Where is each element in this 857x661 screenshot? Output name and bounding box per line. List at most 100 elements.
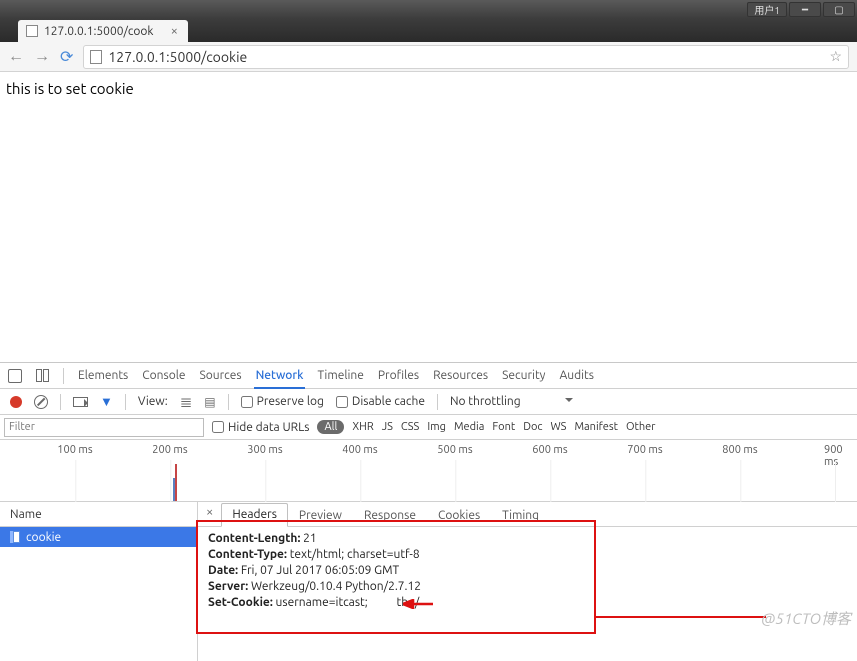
inspect-icon[interactable]	[8, 369, 22, 383]
filter-manifest[interactable]: Manifest	[574, 421, 618, 433]
separator	[60, 394, 61, 410]
hide-data-urls-label: Hide data URLs	[228, 421, 309, 434]
disable-cache-checkbox[interactable]: Disable cache	[336, 395, 425, 408]
forward-button[interactable]: →	[34, 47, 50, 66]
separator	[63, 368, 64, 384]
view-label: View:	[138, 395, 168, 408]
hdr-v: username=itcast;	[276, 596, 368, 609]
detail-tab-preview[interactable]: Preview	[288, 504, 353, 527]
tick: 200 ms	[152, 444, 187, 456]
browser-tab[interactable]: 127.0.0.1:5000/cook ×	[18, 20, 188, 42]
tab-security[interactable]: Security	[502, 369, 545, 382]
tab-profiles[interactable]: Profiles	[378, 369, 419, 382]
detail-tabs: × Headers Preview Response Cookies Timin…	[198, 502, 857, 527]
address-field-wrap: ☆	[83, 45, 849, 69]
hdr-v: text/html; charset=utf-8	[290, 548, 420, 561]
tab-sources[interactable]: Sources	[199, 369, 241, 382]
page-body: this is to set cookie	[0, 72, 857, 107]
hdr-v: Werkzeug/0.10.4 Python/2.7.12	[251, 580, 421, 593]
bookmark-star-icon[interactable]: ☆	[829, 48, 842, 65]
request-row[interactable]: cookie	[0, 527, 197, 547]
tick: 800 ms	[722, 444, 757, 456]
tick: 600 ms	[532, 444, 567, 456]
hdr-k: Set-Cookie:	[208, 596, 273, 609]
tick: 900 ms	[824, 444, 846, 468]
filter-icon[interactable]: ▼	[100, 394, 113, 409]
request-detail: × Headers Preview Response Cookies Timin…	[198, 502, 857, 661]
detail-tab-timing[interactable]: Timing	[491, 504, 550, 527]
tab-resources[interactable]: Resources	[433, 369, 488, 382]
request-list: Name cookie	[0, 502, 198, 661]
red-arrow-annotation	[403, 599, 433, 609]
capture-screenshots-icon[interactable]	[73, 397, 88, 407]
separator	[228, 394, 229, 410]
request-name: cookie	[26, 531, 61, 544]
hdr-k: Date:	[208, 564, 238, 577]
separator	[437, 394, 438, 410]
detail-tab-headers[interactable]: Headers	[221, 503, 288, 527]
document-icon	[10, 531, 20, 543]
record-button[interactable]	[10, 396, 22, 408]
response-headers: Content-Length: 21 Content-Type: text/ht…	[198, 527, 857, 661]
window-titlebar: 用户1 ━ ▢	[0, 0, 857, 19]
disable-cache-label: Disable cache	[352, 395, 425, 408]
filter-input[interactable]	[4, 418, 204, 437]
filter-css[interactable]: CSS	[401, 421, 419, 433]
filter-doc[interactable]: Doc	[523, 421, 542, 433]
large-rows-icon[interactable]	[180, 393, 193, 411]
tab-timeline[interactable]: Timeline	[317, 369, 363, 382]
filter-media[interactable]: Media	[454, 421, 484, 433]
url-input[interactable]	[108, 49, 823, 65]
network-toolbar: ▼ View: ▤ Preserve log Disable cache No …	[0, 389, 857, 415]
tab-audits[interactable]: Audits	[559, 369, 594, 382]
hide-data-urls-checkbox[interactable]: Hide data URLs	[212, 421, 309, 434]
tick: 700 ms	[627, 444, 662, 456]
timeline-bars	[173, 458, 178, 501]
hdr-k: Server:	[208, 580, 248, 593]
devtools-tabbar: Elements Console Sources Network Timelin…	[0, 363, 857, 389]
filter-all[interactable]: All	[317, 420, 344, 434]
tab-title: 127.0.0.1:5000/cook	[44, 25, 153, 38]
back-button[interactable]: ←	[8, 47, 24, 66]
column-name[interactable]: Name	[0, 502, 197, 527]
hdr-k: Content-Type:	[208, 548, 287, 561]
filter-ws[interactable]: WS	[551, 421, 567, 433]
filter-other[interactable]: Other	[626, 421, 655, 433]
preserve-log-checkbox[interactable]: Preserve log	[241, 395, 324, 408]
network-timeline[interactable]: 100 ms 200 ms 300 ms 400 ms 500 ms 600 m…	[0, 440, 857, 502]
tab-elements[interactable]: Elements	[78, 369, 128, 382]
user-badge[interactable]: 用户1	[747, 2, 787, 17]
network-filterbar: Hide data URLs All XHR JS CSS Img Media …	[0, 415, 857, 440]
network-split: Name cookie × Headers Preview Response C…	[0, 502, 857, 661]
browser-tabstrip: 127.0.0.1:5000/cook ×	[0, 19, 857, 42]
file-icon	[26, 25, 38, 37]
reload-button[interactable]: ⟳	[60, 47, 73, 66]
address-bar: ← → ⟳ ☆	[0, 42, 857, 72]
close-detail-icon[interactable]: ×	[204, 505, 221, 523]
device-toggle-icon[interactable]	[36, 369, 49, 382]
hdr-v: 21	[303, 532, 317, 545]
hdr-k: Content-Length:	[208, 532, 300, 545]
throttling-select[interactable]: No throttling	[450, 395, 573, 408]
filter-js[interactable]: JS	[382, 421, 393, 433]
close-tab-icon[interactable]: ×	[171, 24, 178, 38]
minimize-button[interactable]: ━	[789, 2, 821, 17]
clear-icon[interactable]	[34, 395, 48, 409]
separator	[125, 394, 126, 410]
tick: 400 ms	[342, 444, 377, 456]
page-text: this is to set cookie	[6, 80, 134, 97]
filter-font[interactable]: Font	[492, 421, 515, 433]
tab-network[interactable]: Network	[256, 369, 304, 382]
detail-tab-response[interactable]: Response	[353, 504, 427, 527]
detail-tab-cookies[interactable]: Cookies	[427, 504, 491, 527]
hdr-v: Fri, 07 Jul 2017 06:05:09 GMT	[241, 564, 399, 577]
tab-console[interactable]: Console	[142, 369, 185, 382]
filter-xhr[interactable]: XHR	[352, 421, 373, 433]
preserve-log-label: Preserve log	[257, 395, 324, 408]
tick: 100 ms	[57, 444, 92, 456]
page-icon	[90, 50, 102, 64]
waterfall-icon[interactable]: ▤	[204, 395, 215, 409]
filter-img[interactable]: Img	[427, 421, 446, 433]
maximize-button[interactable]: ▢	[823, 2, 855, 17]
tick: 300 ms	[247, 444, 282, 456]
